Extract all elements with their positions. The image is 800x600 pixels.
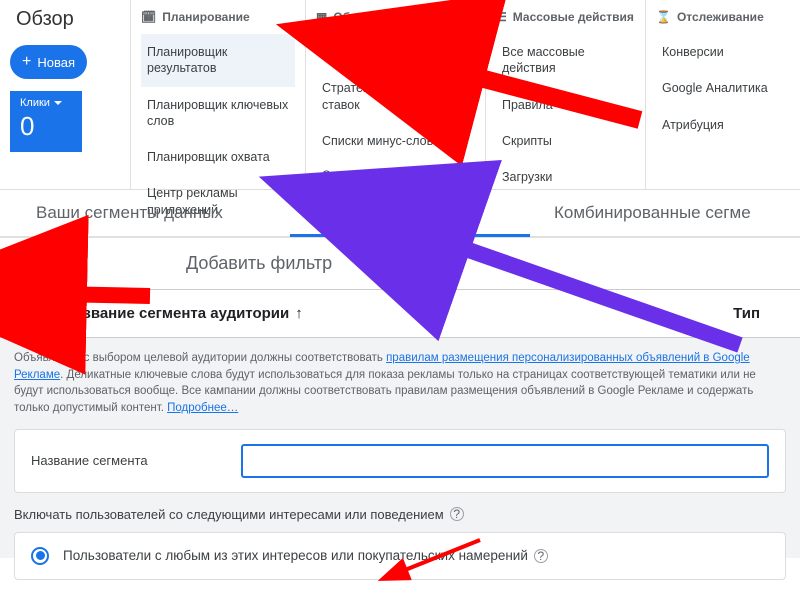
- help-icon[interactable]: ?: [450, 507, 464, 521]
- menu-item-all-bulk-actions[interactable]: Все массовые действия: [496, 34, 635, 87]
- segment-name-input[interactable]: [241, 444, 769, 478]
- help-icon[interactable]: ?: [534, 549, 548, 563]
- new-campaign-button[interactable]: + Новая: [10, 45, 87, 79]
- menu-header-measurement: ⌛Отслеживание: [656, 10, 785, 24]
- add-button[interactable]: +: [6, 244, 46, 284]
- library-icon: ▦: [316, 10, 327, 24]
- clicks-card[interactable]: Клики 0: [10, 91, 82, 152]
- menu-item-audience-manager[interactable]: Менеджер аудиторий: [316, 34, 475, 70]
- menu-header-planning: 🗓Планирование: [141, 10, 295, 24]
- tab-combined-segments[interactable]: Комбинированные сегме: [530, 190, 800, 236]
- clicks-label: Клики: [20, 97, 72, 109]
- menu-item-performance-planner[interactable]: Планировщик результатов: [141, 34, 295, 87]
- menu-item-attribution[interactable]: Атрибуция: [656, 107, 785, 143]
- menu-item-conversions[interactable]: Конверсии: [656, 34, 785, 70]
- menu-item-rules[interactable]: Правила: [496, 87, 635, 123]
- plus-icon: +: [22, 53, 31, 71]
- sort-asc-icon: ↑: [295, 305, 303, 322]
- tab-custom-segments[interactable]: Особые сегменты: [290, 191, 530, 237]
- select-all-checkbox[interactable]: [22, 305, 40, 323]
- interests-radio[interactable]: [31, 547, 49, 565]
- menu-item-google-analytics[interactable]: Google Аналитика: [656, 70, 785, 106]
- calendar-icon: 🗓: [141, 10, 156, 24]
- menu-item-reach-planner[interactable]: Планировщик охвата: [141, 139, 295, 175]
- add-filter-label[interactable]: Добавить фильтр: [186, 253, 332, 274]
- new-button-label: Новая: [37, 55, 75, 70]
- column-header-type[interactable]: Тип: [733, 305, 760, 322]
- tab-your-data-segments[interactable]: Ваши сегменты данных: [0, 190, 290, 236]
- menu-item-scripts[interactable]: Скрипты: [496, 123, 635, 159]
- menu-header-shared-library: ▦Общая библиотека: [316, 10, 475, 24]
- learn-more-link[interactable]: Подробнее…: [167, 402, 238, 414]
- menu-item-keyword-planner[interactable]: Планировщик ключевых слов: [141, 87, 295, 140]
- hourglass-icon: ⌛: [656, 10, 671, 24]
- bulk-icon: ☰: [496, 10, 507, 24]
- page-title: Обзор: [10, 8, 130, 31]
- interests-radio-label: Пользователи с любым из этих интересов и…: [63, 548, 528, 563]
- include-users-label: Включать пользователей со следующими инт…: [14, 507, 444, 522]
- menu-item-negative-keywords[interactable]: Списки минус-слов: [316, 123, 475, 159]
- menu-header-bulk-actions: ☰Массовые действия: [496, 10, 635, 24]
- plus-icon: +: [18, 248, 33, 279]
- menu-item-bid-strategies[interactable]: Стратегии назначения ставок: [316, 70, 475, 123]
- clicks-value: 0: [20, 111, 72, 142]
- column-header-name[interactable]: Название сегмента аудитории: [64, 305, 289, 322]
- segment-name-label: Название сегмента: [31, 453, 241, 468]
- policy-text: Объявления с выбором целевой аудитории д…: [14, 350, 786, 417]
